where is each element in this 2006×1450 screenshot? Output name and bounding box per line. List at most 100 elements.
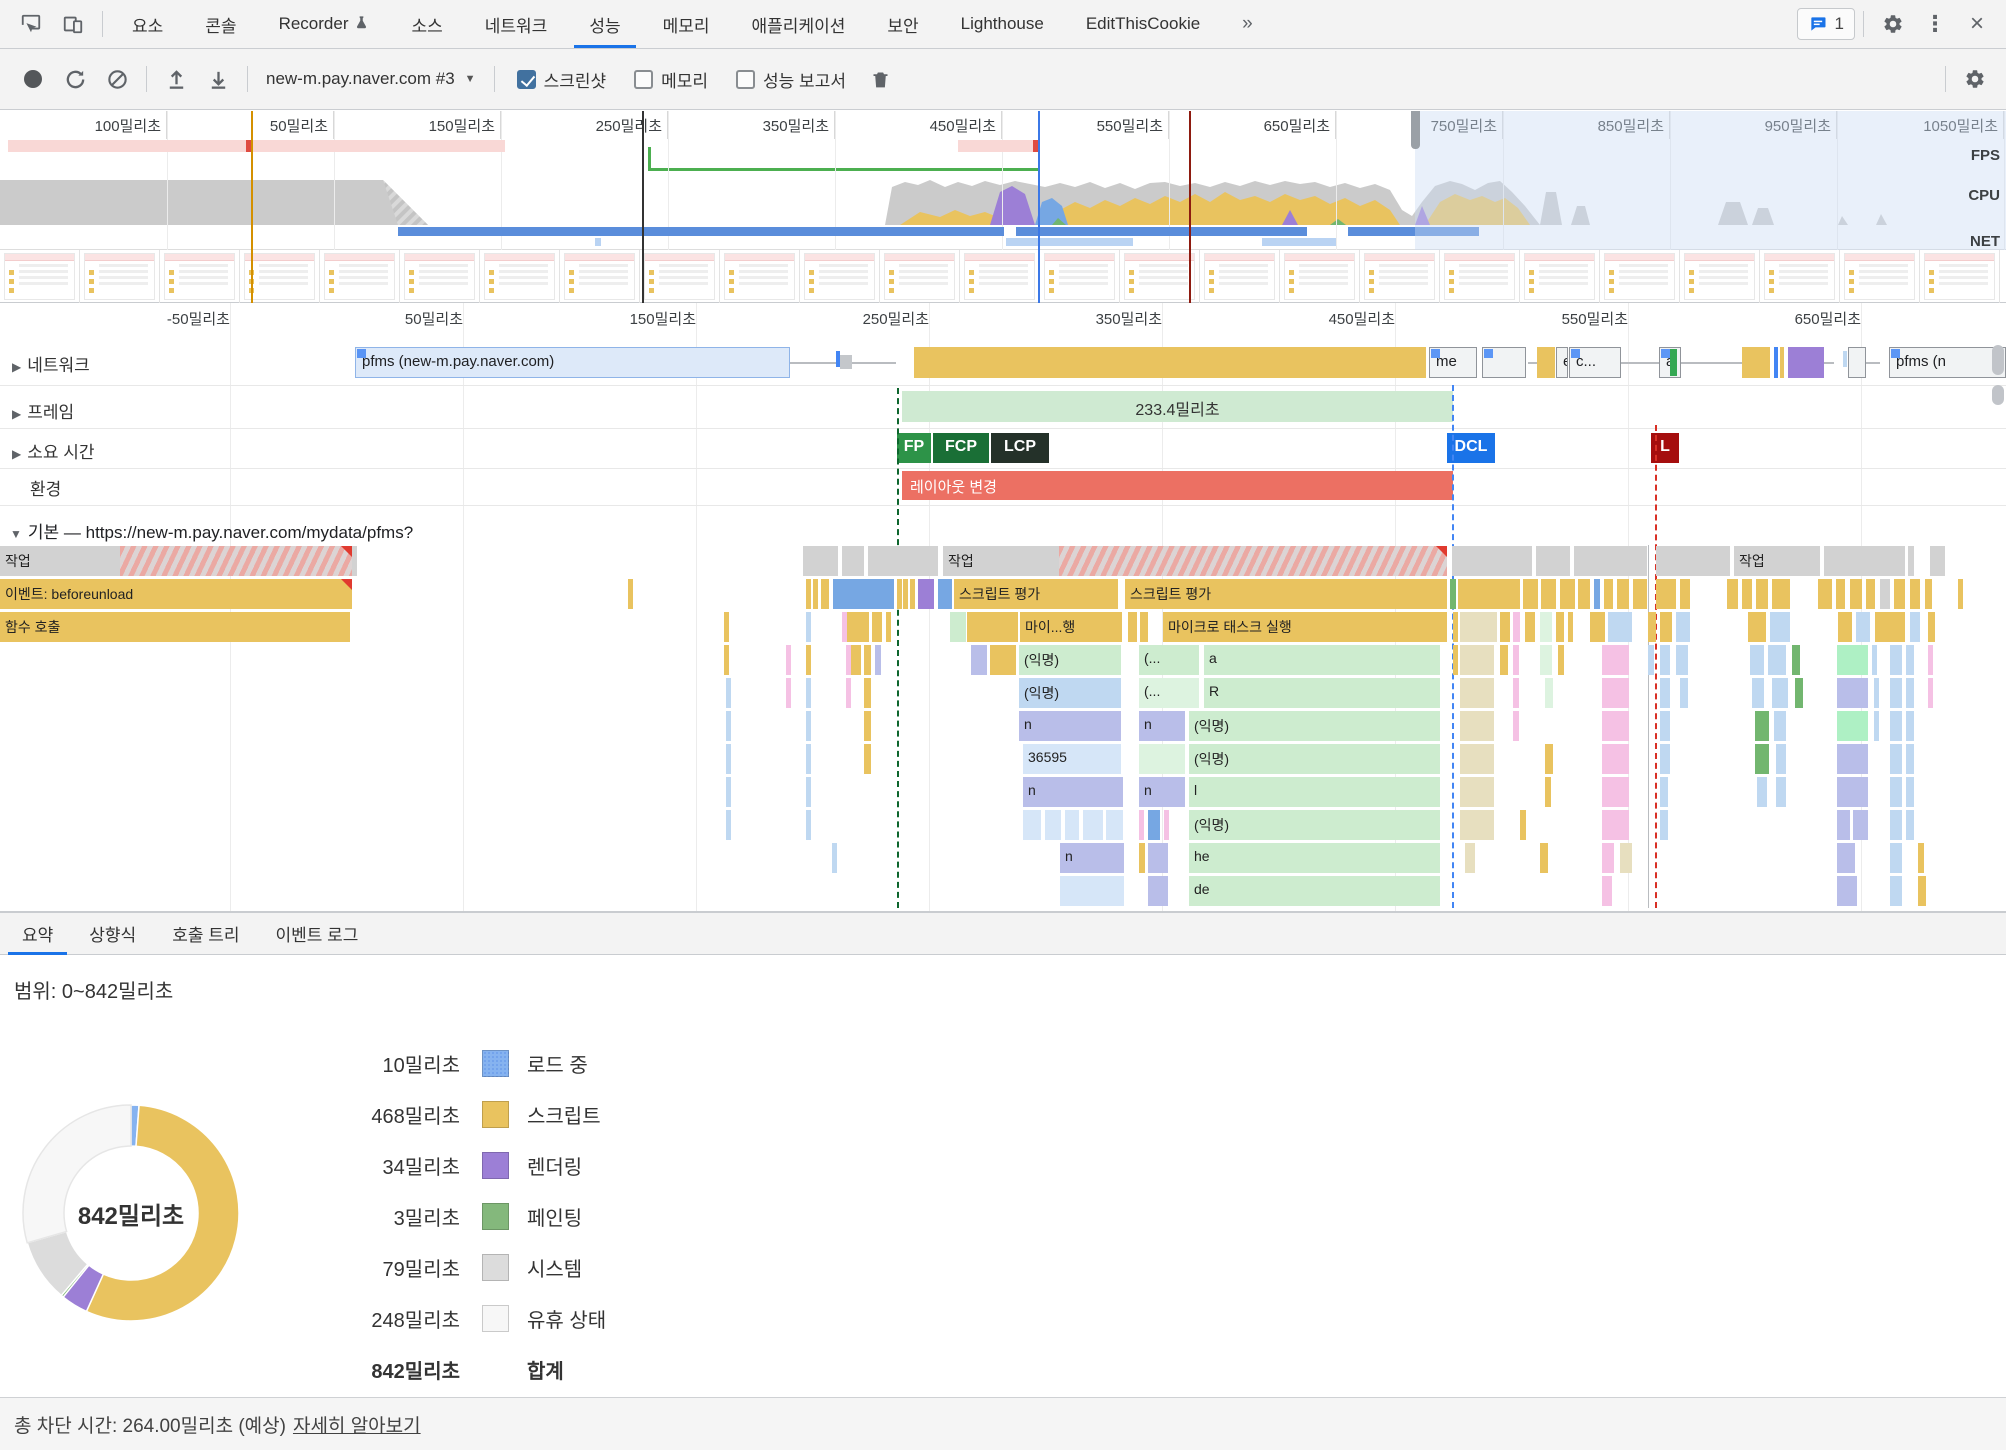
tab-보안[interactable]: 보안 [866,0,939,48]
flame-bar-마이크로 태스크 실행[interactable]: 마이크로 태스크 실행 [1163,612,1447,642]
flame-bar[interactable] [1866,579,1875,609]
flame-bar[interactable] [1755,711,1769,741]
flame-bar-이벤트: beforeunload[interactable]: 이벤트: beforeunload [0,579,352,609]
network-request[interactable] [1848,347,1866,378]
flame-bar-(익명)[interactable]: (익명) [1019,645,1121,675]
filmstrip-frame[interactable] [800,250,880,303]
flame-bar[interactable] [1795,678,1803,708]
flame-bar[interactable] [1608,612,1632,642]
flame-bar[interactable] [1128,612,1137,642]
flame-bar[interactable] [1890,678,1902,708]
flame-bar[interactable] [971,645,987,675]
flame-bar[interactable] [1880,579,1890,609]
bottom-tab-상향식[interactable]: 상향식 [71,913,154,955]
flame-bar-(...[interactable]: (... [1139,645,1199,675]
flame-bar[interactable] [1453,612,1458,642]
flame-bar[interactable] [1602,678,1629,708]
flame-bar[interactable] [1890,876,1902,906]
reload-and-record-button[interactable] [58,62,92,96]
flame-bar[interactable] [806,678,811,708]
network-script-bar[interactable] [914,347,1426,378]
flame-bar[interactable] [1772,579,1790,609]
flame-bar[interactable] [1513,612,1520,642]
flame-bar[interactable] [1602,843,1614,873]
flame-bar-he[interactable]: he [1189,843,1440,873]
flame-bar[interactable] [1513,678,1519,708]
lane-label-소요 시간[interactable]: ▶소요 시간 [12,438,95,463]
scrollbar-thumb[interactable] [1992,345,2004,375]
flame-bar[interactable] [1465,843,1475,873]
checkbox-스크린샷[interactable]: 스크린샷 [517,67,607,92]
flame-bar[interactable] [1756,579,1768,609]
filmstrip-frame[interactable] [1280,250,1360,303]
flame-bar[interactable] [897,579,902,609]
flame-bar[interactable] [1633,579,1647,609]
network-render-bar[interactable] [1788,347,1824,378]
filmstrip-frame[interactable] [0,250,80,303]
flame-bar[interactable] [1894,579,1905,609]
flame-bar[interactable] [1660,678,1670,708]
flame-bar[interactable] [1755,744,1769,774]
tab-애플리케이션[interactable]: 애플리케이션 [731,0,867,48]
flame-bar[interactable] [1890,777,1902,807]
flame-bar-(익명)[interactable]: (익명) [1019,678,1121,708]
flame-bar[interactable] [1958,579,1963,609]
flame-bar-(익명)[interactable]: (익명) [1189,810,1440,840]
flame-bar[interactable] [1774,711,1786,741]
flame-bar[interactable] [1837,678,1868,708]
flame-bar[interactable] [1620,843,1632,873]
flame-bar[interactable] [1023,810,1041,840]
flame-bar[interactable] [1752,678,1764,708]
flame-bar[interactable] [1838,612,1852,642]
tab-네트워크[interactable]: 네트워크 [464,0,569,48]
timing-badge-LCP[interactable]: LCP [991,433,1049,463]
성능 보고서-checkbox-box[interactable] [736,70,755,89]
filmstrip-frame[interactable] [1920,250,2000,303]
flame-bar[interactable] [1757,777,1767,807]
timing-badge-DCL[interactable]: DCL [1447,433,1495,463]
network-script-bar[interactable] [1537,347,1555,378]
flame-bar[interactable] [851,645,861,675]
flame-bar-de[interactable]: de [1189,876,1440,906]
filmstrip-frame[interactable] [320,250,400,303]
flame-bar[interactable] [1602,645,1629,675]
flame-bar[interactable] [1750,645,1764,675]
flame-bar[interactable] [1837,843,1855,873]
flame-bar[interactable] [1140,612,1148,642]
flame-bar[interactable] [1925,579,1932,609]
메모리-checkbox-box[interactable] [634,70,653,89]
flame-bar[interactable] [950,612,966,642]
flame-bar[interactable] [1578,579,1590,609]
flame-bar-작업[interactable]: 작업 [0,546,120,576]
flame-bar[interactable] [1890,711,1902,741]
flame-bar[interactable] [1558,645,1564,675]
layout-shift-bar[interactable]: 레이아웃 변경 [902,471,1453,500]
flame-bar[interactable] [1824,546,1905,576]
network-request[interactable] [1482,347,1526,378]
flame-bar[interactable] [1556,612,1564,642]
tab-Lighthouse[interactable]: Lighthouse [940,0,1065,48]
flame-bar[interactable] [1536,546,1570,576]
network-request[interactable]: a [1659,347,1681,378]
flame-bar[interactable] [726,744,731,774]
flame-bar[interactable] [864,744,871,774]
flame-bar[interactable] [886,612,891,642]
flame-bar[interactable] [1523,579,1538,609]
flame-bar[interactable] [806,645,811,675]
flame-bar[interactable] [1856,612,1870,642]
flame-bar[interactable] [1680,678,1688,708]
flame-bar[interactable] [918,579,934,609]
flame-bar[interactable] [1906,744,1914,774]
flame-bar[interactable] [1906,678,1914,708]
flame-bar[interactable] [1928,645,1933,675]
flame-bar[interactable] [1906,777,1914,807]
more-tabs-button[interactable]: » [1221,0,1274,48]
flame-bar[interactable] [1918,876,1926,906]
tab-요소[interactable]: 요소 [111,0,184,48]
flame-bar[interactable] [1837,744,1868,774]
flame-bar[interactable] [724,612,729,642]
flame-bar[interactable] [1059,546,1447,576]
flame-bar[interactable] [1500,645,1508,675]
flame-bar[interactable] [1928,612,1935,642]
flame-bar[interactable] [1604,579,1613,609]
